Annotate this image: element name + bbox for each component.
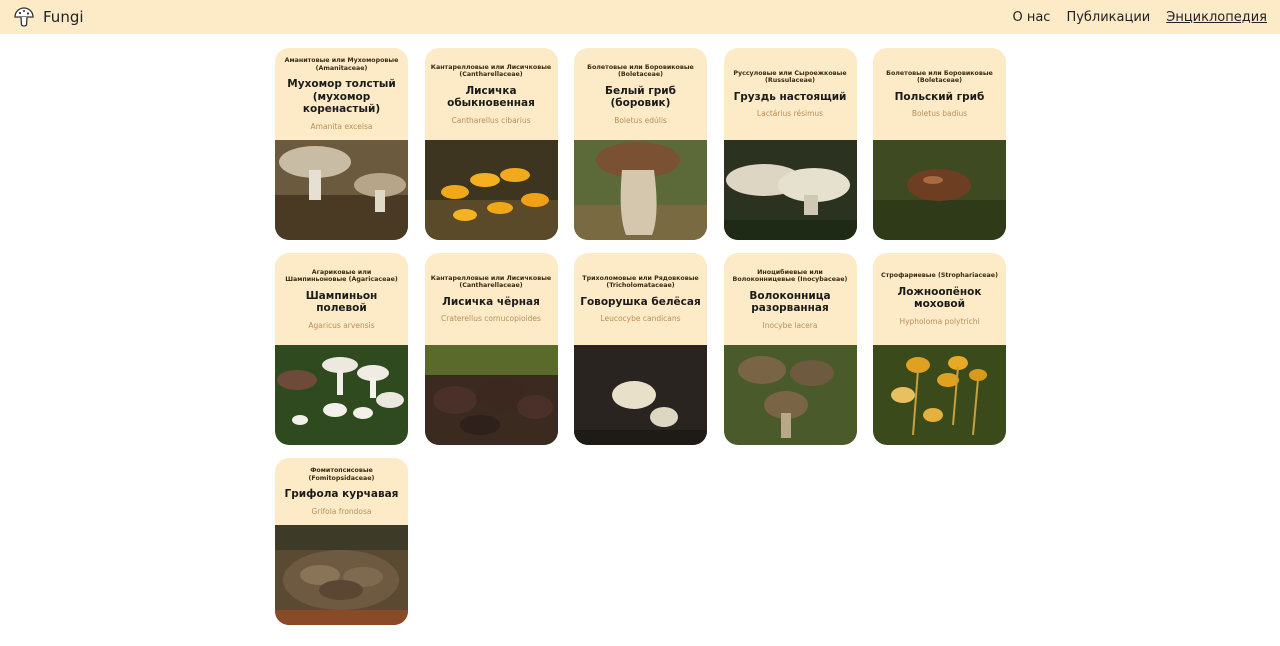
mushroom-card[interactable]: Иноцибиевые или Волоконницевые (Inocybac…: [723, 253, 857, 445]
card-header: Кантарелловые или Лисичковые (Cantharell…: [425, 48, 558, 140]
card-header: Кантарелловые или Лисичковые (Cantharell…: [425, 253, 558, 345]
card-photo: [723, 140, 857, 240]
card-header: Агариковые или Шампиньоновые (Agaricacea…: [275, 253, 408, 345]
card-latin-name: Craterellus cornucopioides: [441, 314, 541, 324]
card-photo: [574, 140, 707, 240]
card-latin-name: Leucocybe candicans: [600, 314, 681, 324]
card-title: Лисичка обыкновенная: [447, 84, 535, 110]
mushroom-logo-icon: [14, 7, 34, 27]
card-family: Иноцибиевые или Волоконницевые (Inocybac…: [732, 268, 848, 284]
card-family: Трихоломовые или Рядовковые (Tricholomat…: [582, 274, 699, 290]
card-header: Фомитопсисовые (Fomitopsidaceae) Грифола…: [275, 458, 408, 525]
card-latin-name: Grifola frondosa: [311, 506, 372, 516]
card-family: Аманитовые или Мухоморовые (Amanitaceae): [284, 57, 399, 72]
card-title: Говорушка белёсая: [580, 295, 701, 308]
card-photo: [424, 345, 558, 445]
nav-link-encyclopedia[interactable]: Энциклопедия: [1166, 10, 1267, 25]
mushroom-card[interactable]: Болетовые или Боровиковые (Boletaceae) Б…: [574, 48, 707, 240]
mushroom-card[interactable]: Болетовые или Боровиковые (Boletaceae) П…: [873, 48, 1006, 240]
card-header: Руссуловые или Сыроежковые (Russulaceae)…: [724, 48, 857, 140]
card-title: Мухомор толстый (мухомор коренастый): [287, 78, 396, 116]
brand[interactable]: Fungi: [13, 6, 84, 28]
card-header: Иноцибиевые или Волоконницевые (Inocybac…: [724, 253, 857, 345]
top-navbar: Fungi О нас Публикации Энциклопедия: [0, 0, 1280, 34]
card-title: Груздь настоящий: [733, 90, 847, 103]
card-latin-name: Lactárius résimus: [756, 109, 824, 119]
card-family: Строфариевые (Strophariaceae): [881, 272, 998, 280]
card-latin-name: Boletus edúlis: [614, 115, 667, 125]
card-photo: [275, 345, 408, 445]
card-title: Ложноопёнок моховой: [897, 285, 982, 311]
mushroom-card[interactable]: Аманитовые или Мухоморовые (Amanitaceae)…: [275, 48, 408, 240]
main-nav: О нас Публикации Энциклопедия: [1012, 10, 1267, 25]
card-latin-name: Agaricus arvensis: [308, 320, 375, 330]
card-title: Лисичка чёрная: [442, 295, 540, 308]
card-title: Грифола курчавая: [284, 488, 399, 501]
card-title: Белый гриб (боровик): [604, 84, 676, 110]
card-photo: [275, 140, 408, 240]
card-photo: [723, 345, 857, 445]
mushroom-card[interactable]: Строфариевые (Strophariaceae) Ложноопёно…: [873, 253, 1006, 445]
card-family: Болетовые или Боровиковые (Boletaceae): [886, 69, 993, 85]
card-title: Польский гриб: [894, 90, 985, 103]
card-latin-name: Amanita excelsa: [310, 121, 373, 131]
card-title: Шампиньон полевой: [305, 289, 378, 315]
card-title: Волоконница разорванная: [749, 289, 831, 315]
card-photo: [873, 140, 1006, 240]
mushroom-card[interactable]: Фомитопсисовые (Fomitopsidaceae) Грифола…: [275, 458, 408, 625]
mushroom-card[interactable]: Кантарелловые или Лисичковые (Cantharell…: [424, 253, 558, 445]
card-family: Фомитопсисовые (Fomitopsidaceae): [308, 467, 375, 482]
card-family: Кантарелловые или Лисичковые (Cantharell…: [430, 63, 552, 79]
card-header: Аманитовые или Мухоморовые (Amanitaceae)…: [275, 48, 408, 140]
brand-name: Fungi: [43, 8, 84, 26]
card-header: Болетовые или Боровиковые (Boletaceae) Б…: [574, 48, 707, 140]
card-header: Болетовые или Боровиковые (Boletaceae) П…: [873, 48, 1006, 140]
card-family: Руссуловые или Сыроежковые (Russulaceae): [733, 69, 847, 85]
mushroom-grid: Аманитовые или Мухоморовые (Amanitaceae)…: [275, 48, 1006, 625]
mushroom-card[interactable]: Трихоломовые или Рядовковые (Tricholomat…: [574, 253, 707, 445]
card-photo: [574, 345, 707, 445]
mushroom-card[interactable]: Агариковые или Шампиньоновые (Agaricacea…: [275, 253, 408, 445]
card-photo: [275, 525, 408, 625]
nav-link-publications[interactable]: Публикации: [1066, 10, 1150, 25]
card-latin-name: Cantharellus cibarius: [451, 115, 531, 125]
card-photo: [424, 140, 558, 240]
card-latin-name: Hypholoma polytrichi: [899, 316, 980, 326]
card-header: Строфариевые (Strophariaceae) Ложноопёно…: [873, 253, 1006, 345]
mushroom-card[interactable]: Кантарелловые или Лисичковые (Cantharell…: [424, 48, 558, 240]
card-family: Кантарелловые или Лисичковые (Cantharell…: [430, 274, 552, 290]
card-header: Трихоломовые или Рядовковые (Tricholomat…: [574, 253, 707, 345]
mushroom-card[interactable]: Руссуловые или Сыроежковые (Russulaceae)…: [723, 48, 857, 240]
card-family: Болетовые или Боровиковые (Boletaceae): [587, 63, 694, 79]
card-latin-name: Boletus badius: [911, 109, 968, 119]
card-family: Агариковые или Шампиньоновые (Agaricacea…: [285, 268, 398, 284]
card-photo: [873, 345, 1006, 445]
nav-link-about[interactable]: О нас: [1012, 10, 1050, 25]
card-latin-name: Inocybe lacera: [762, 320, 818, 330]
